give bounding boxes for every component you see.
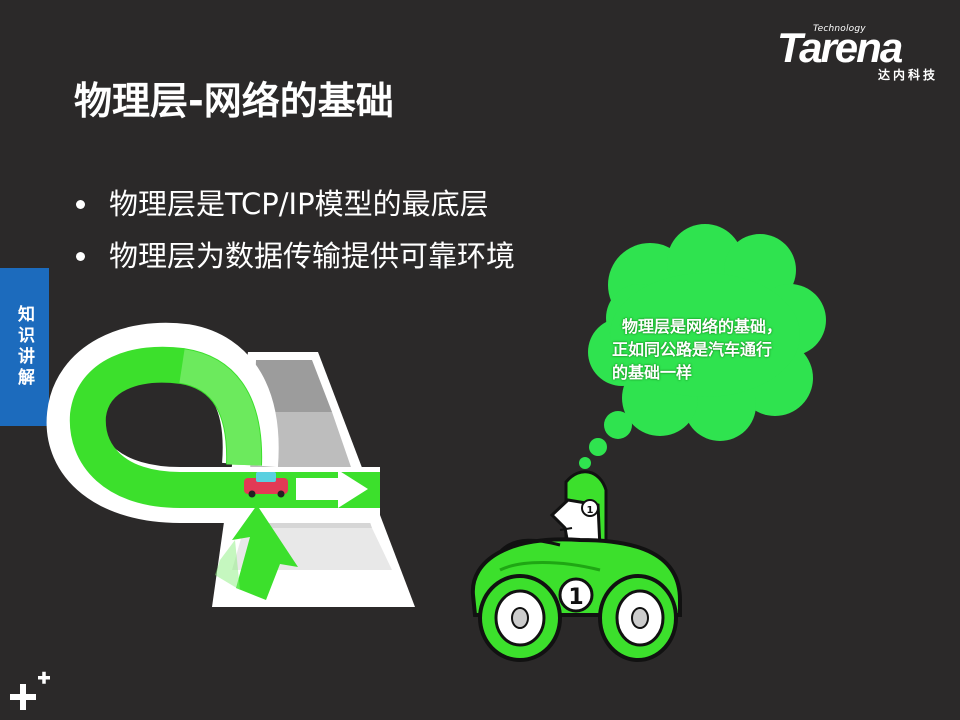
road-graphic xyxy=(46,322,415,607)
road-and-car-illustration: 1 1 xyxy=(46,224,826,662)
green-race-car: 1 xyxy=(470,537,682,662)
thought-bubble-text: 物理层是网络的基础， 正如同公路是汽车通行 的基础一样 xyxy=(612,315,812,384)
car-number: 1 xyxy=(568,585,583,610)
bubble-line: 物理层是网络的基础， xyxy=(622,317,783,336)
bubble-line: 的基础一样 xyxy=(612,363,693,382)
helmet-number: 1 xyxy=(587,505,594,516)
plus-plus-icon xyxy=(10,671,50,710)
bubble-line: 正如同公路是汽车通行 xyxy=(612,340,773,359)
